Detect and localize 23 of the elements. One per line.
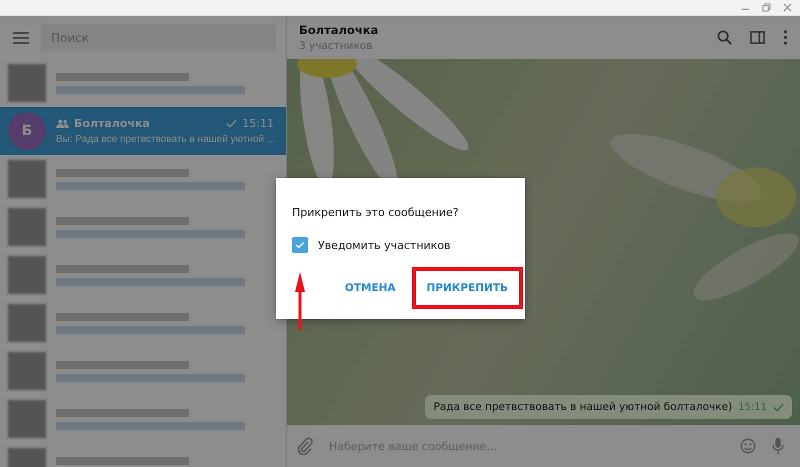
message-text: Рада все претвствовать в нашей уютной болталочке): [433, 401, 732, 413]
emoji-icon[interactable]: [740, 437, 756, 455]
microphone-icon[interactable]: [770, 437, 786, 455]
checkmark-icon: [295, 241, 305, 249]
chat-list-item[interactable]: Б Болталочка 15:11 Вы: Рада все претвствовать в нашей уютной ...: [0, 107, 286, 155]
member-count: 3 участников: [299, 40, 374, 52]
restore-icon[interactable]: [762, 3, 771, 12]
chat-time: 15:11: [242, 116, 274, 130]
avatar: Б: [8, 112, 46, 150]
notify-checkbox[interactable]: [292, 237, 308, 253]
paperclip-icon[interactable]: [297, 437, 313, 455]
close-icon[interactable]: [783, 3, 792, 12]
dialog-question: Прикрепить это сообщение?: [291, 206, 460, 219]
chat-title: Болталочка: [299, 23, 380, 37]
sidebar-toggle-icon[interactable]: [750, 30, 765, 45]
checkbox-label: Уведомить участников: [318, 238, 451, 252]
message-time: 15:11: [738, 402, 767, 412]
more-icon[interactable]: [783, 30, 788, 45]
chat-name: Болталочка: [74, 116, 151, 130]
search-icon[interactable]: [717, 30, 732, 45]
chat-preview: Вы: Рада все претвствовать в нашей уютной ...: [56, 132, 276, 146]
group-icon: [56, 118, 69, 128]
menu-icon[interactable]: [13, 32, 29, 44]
